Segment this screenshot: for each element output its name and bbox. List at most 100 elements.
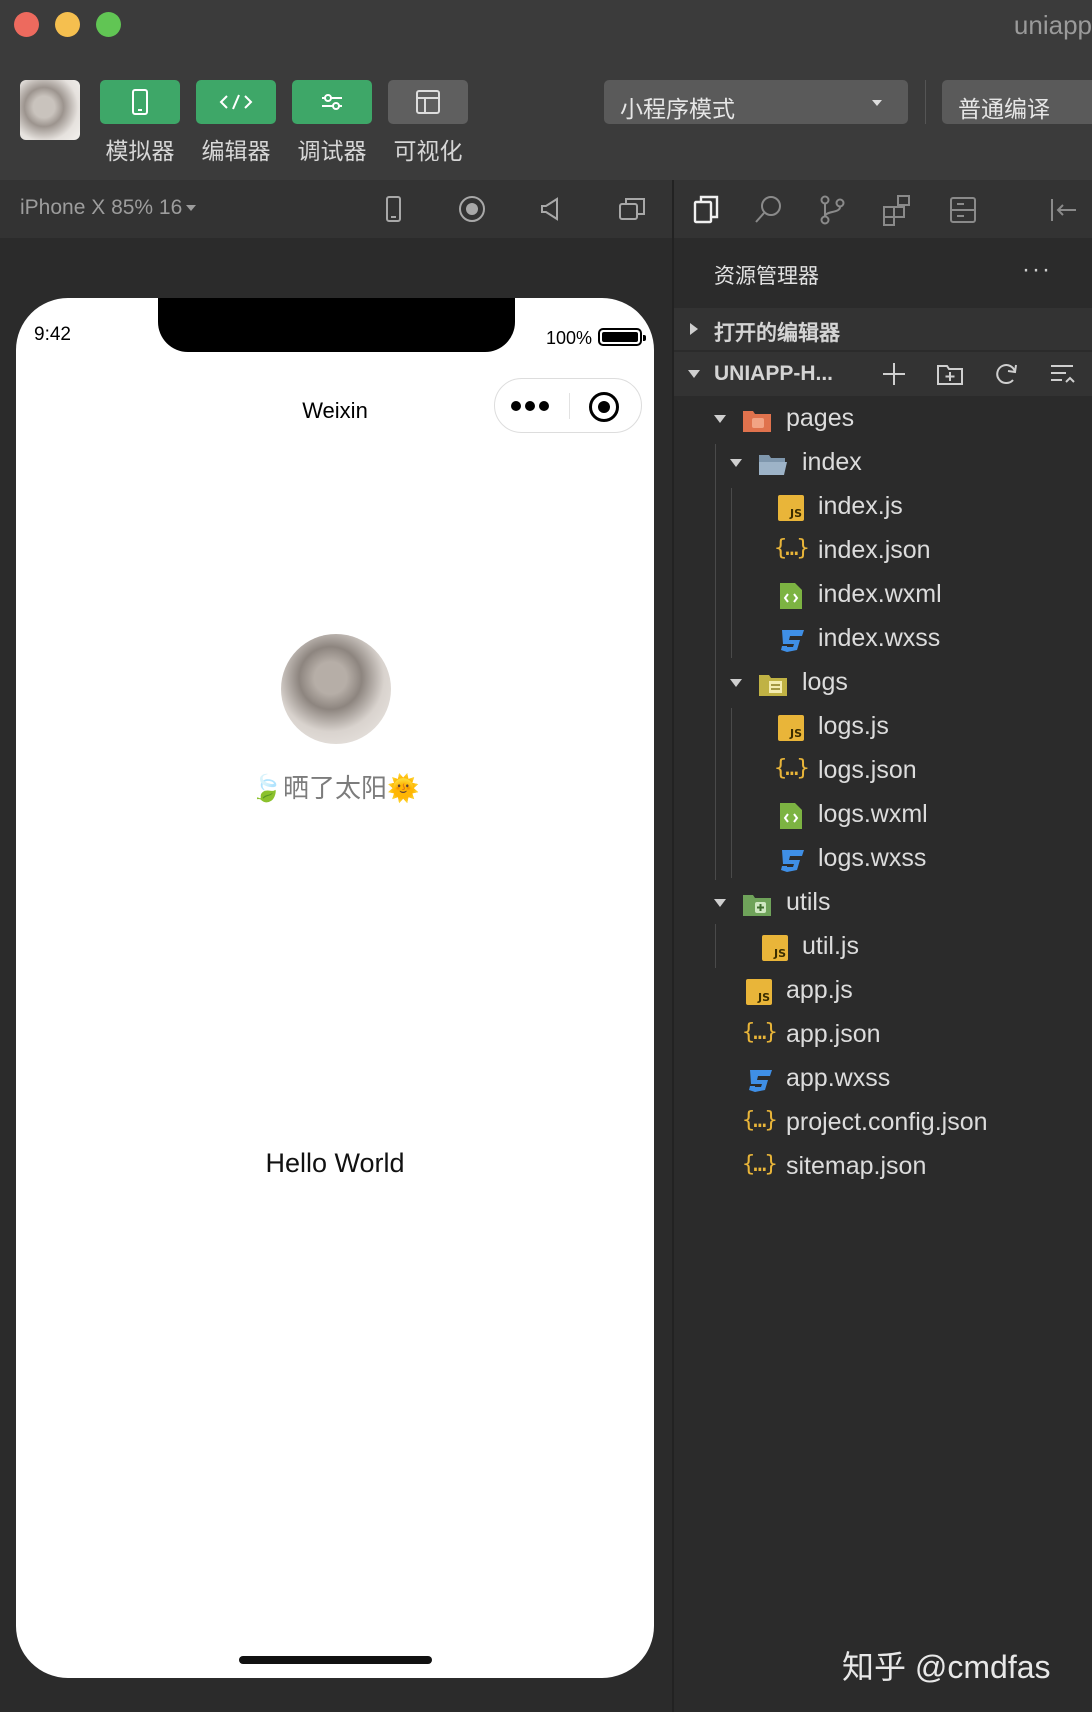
js-file-icon: JS [746,979,772,1005]
tree-file[interactable]: JS util.js [674,926,1092,970]
tree-item-label: index [802,448,862,476]
phone-screen[interactable]: 9:42 100% Weixin 🍃晒了太阳🌞 Hello World [16,298,654,1678]
simulator-label: 模拟器 [105,138,175,164]
tree-item-label: logs [802,668,848,696]
mode-dropdown[interactable]: 小程序模式 [604,80,908,124]
js-file-icon: JS [762,935,788,961]
tree-item-label: logs.wxml [818,800,928,828]
battery-icon [598,328,646,346]
tree-file[interactable]: logs.wxss [674,838,1092,882]
window-maximize-button[interactable] [96,12,121,37]
phone-icon [100,80,180,124]
wxml-file-icon [778,582,808,610]
tree-item-label: app.wxss [786,1064,891,1092]
open-editors-label: 打开的编辑器 [714,322,840,345]
tree-item-label: sitemap.json [786,1152,927,1180]
wxss-file-icon [778,846,808,874]
sliders-icon [292,80,372,124]
home-indicator [239,1656,432,1664]
tree-item-label: index.wxml [818,580,942,608]
tree-file[interactable]: {…} project.config.json [674,1102,1092,1146]
storage-icon[interactable] [946,193,980,227]
tree-file[interactable]: {…} sitemap.json [674,1146,1092,1190]
volume-icon[interactable] [537,194,567,224]
tree-file[interactable]: JS index.js [674,486,1092,530]
layout-icon [388,80,468,124]
tree-folder-logs[interactable]: logs [674,662,1092,706]
new-folder-icon[interactable] [936,360,964,388]
device-dropdown[interactable]: iPhone X 85% 16 [20,196,197,220]
json-file-icon: {…} [774,756,810,781]
collapse-all-icon[interactable] [1048,360,1076,388]
tree-file[interactable]: {…} logs.json [674,750,1092,794]
extensions-icon[interactable] [880,193,914,227]
tree-item-label: index.js [818,492,903,520]
user-avatar-button[interactable] [20,80,80,140]
visual-toggle-button[interactable]: 可视化 [388,80,468,166]
tree-item-label: index.json [818,536,931,564]
folder-pages-icon [742,406,772,434]
compile-dropdown[interactable]: 普通编译 [942,80,1092,124]
mode-value: 小程序模式 [620,96,735,122]
simulator-toggle-button[interactable]: 模拟器 [100,80,180,166]
collapse-panel-icon[interactable] [1046,193,1080,227]
tree-file[interactable]: app.wxss [674,1058,1092,1102]
folder-open-icon [758,450,788,478]
tree-folder-pages[interactable]: pages [674,398,1092,442]
project-section[interactable]: UNIAPP-H... [674,352,1092,396]
chevron-right-icon [690,323,698,335]
status-time: 9:42 [34,324,71,345]
watermark: 知乎 @cmdfas [842,1649,1051,1685]
tree-file[interactable]: index.wxml [674,574,1092,618]
search-icon[interactable] [752,193,786,227]
js-file-icon: JS [778,495,804,521]
debugger-toggle-button[interactable]: 调试器 [292,80,372,166]
tree-file[interactable]: JS logs.js [674,706,1092,750]
window-title: uniapp [1013,10,1092,40]
editor-label: 编辑器 [201,138,271,164]
tree-file[interactable]: JS app.js [674,970,1092,1014]
tree-folder-utils[interactable]: utils [674,882,1092,926]
refresh-icon[interactable] [992,360,1020,388]
hello-text: Hello World [265,1148,405,1178]
detach-window-icon[interactable] [617,194,647,224]
open-editors-section[interactable]: 打开的编辑器 [674,308,1092,350]
files-icon[interactable] [690,193,724,227]
folder-logs-icon [758,670,788,698]
tree-item-label: project.config.json [786,1108,988,1136]
chevron-down-icon [730,679,742,687]
record-icon[interactable] [457,194,487,224]
tree-file[interactable]: logs.wxml [674,794,1092,838]
tree-item-label: pages [786,404,855,432]
chevron-down-icon [186,205,197,212]
tree-item-label: app.json [786,1020,881,1048]
editor-toggle-button[interactable]: 编辑器 [196,80,276,166]
user-nickname: 🍃晒了太阳🌞 [250,773,420,803]
visual-label: 可视化 [393,138,463,164]
chevron-down-icon [714,415,726,423]
new-file-icon[interactable] [880,360,908,388]
tree-folder-index[interactable]: index [674,442,1092,486]
wxss-file-icon [746,1066,776,1094]
window-minimize-button[interactable] [55,12,80,37]
close-target-icon[interactable] [589,392,619,422]
chevron-down-icon [714,899,726,907]
tree-item-label: logs.js [818,712,889,740]
project-name: UNIAPP-H... [714,362,834,385]
chevron-down-icon [872,100,882,106]
tree-file[interactable]: {…} app.json [674,1014,1092,1058]
more-dots-icon[interactable] [511,397,551,415]
source-control-icon[interactable] [816,193,850,227]
window-close-button[interactable] [14,12,39,37]
device-rotate-icon[interactable] [378,194,408,224]
activity-bar [674,180,1092,238]
status-battery-text: 100% [545,328,592,348]
avatar[interactable] [281,634,391,744]
debugger-label: 调试器 [297,138,367,164]
tree-file[interactable]: index.wxss [674,618,1092,662]
more-icon[interactable]: ··· [1022,256,1052,284]
chevron-down-icon [730,459,742,467]
simulator-toolbar: iPhone X 85% 16 [0,180,672,238]
title-toolbar: uniapp 模拟器 编辑器 调试器 可视化 小程序模式 普通编译 [0,0,1092,180]
tree-file[interactable]: {…} index.json [674,530,1092,574]
